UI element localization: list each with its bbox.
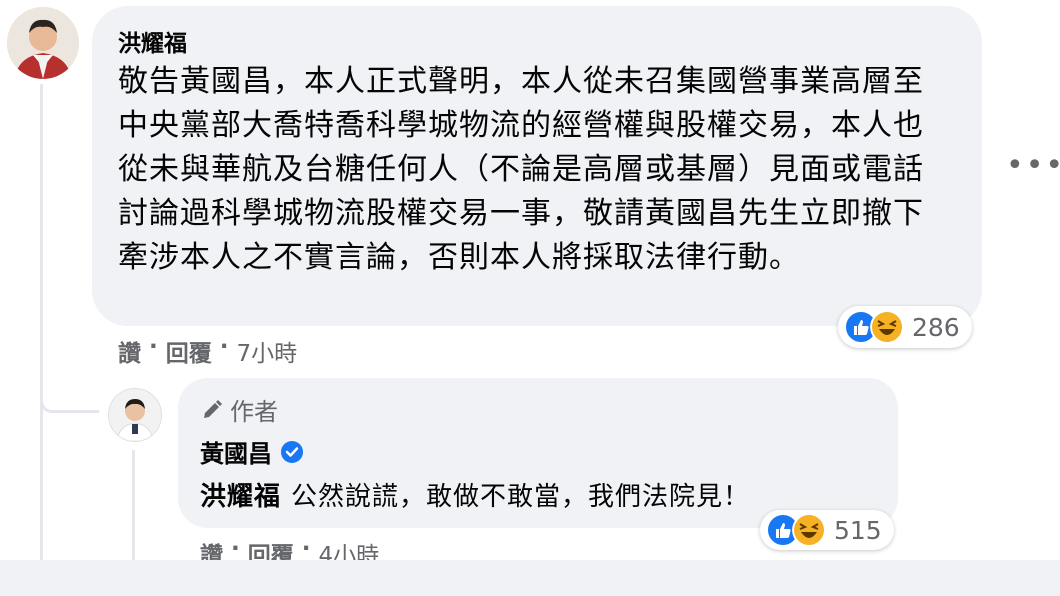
- comment-actions: 讚 · 回覆 · 7小時: [118, 334, 297, 368]
- reply-reaction-summary[interactable]: 515: [760, 510, 894, 550]
- reply-author-row: 黃國昌: [200, 434, 304, 469]
- more-horizontal-icon[interactable]: •••: [1006, 148, 1060, 183]
- reaction-count: 286: [912, 312, 960, 342]
- separator-dot: ·: [219, 334, 229, 360]
- verified-badge-icon: [281, 440, 303, 463]
- author-badge: 作者: [200, 392, 278, 427]
- reply-button[interactable]: 回覆: [166, 334, 212, 368]
- comment-author[interactable]: 洪耀福: [118, 24, 187, 58]
- separator-dot: ·: [149, 334, 158, 360]
- reply-author[interactable]: 黃國昌: [200, 434, 272, 469]
- thread-connector: [40, 360, 99, 413]
- comment-timestamp[interactable]: 7小時: [237, 334, 298, 368]
- haha-reaction-icon: [870, 310, 904, 344]
- avatar-image: [109, 389, 161, 441]
- thread-line: [40, 84, 43, 574]
- bottom-overlay: [0, 560, 1060, 596]
- reply-thread-line: [132, 450, 135, 570]
- avatar-image: [7, 7, 79, 79]
- pencil-icon: [204, 399, 222, 418]
- reaction-count: 515: [834, 515, 882, 545]
- reply-body: 公然說謊，敢做不敢當，我們法院見！: [291, 482, 751, 512]
- mention-tag[interactable]: 洪耀福: [200, 482, 281, 512]
- reply-avatar[interactable]: [108, 388, 162, 442]
- avatar[interactable]: [7, 7, 79, 79]
- comment-text: 敬告黃國昌，本人正式聲明，本人從未召集國營事業高層至中央黨部大喬特喬科學城物流的…: [118, 64, 924, 275]
- reaction-summary[interactable]: 286: [838, 306, 972, 348]
- haha-reaction-icon: [792, 513, 826, 547]
- author-badge-label: 作者: [230, 398, 278, 426]
- like-button[interactable]: 讚: [118, 334, 141, 368]
- reply-text: 洪耀福 公然說謊，敢做不敢當，我們法院見！: [200, 476, 750, 513]
